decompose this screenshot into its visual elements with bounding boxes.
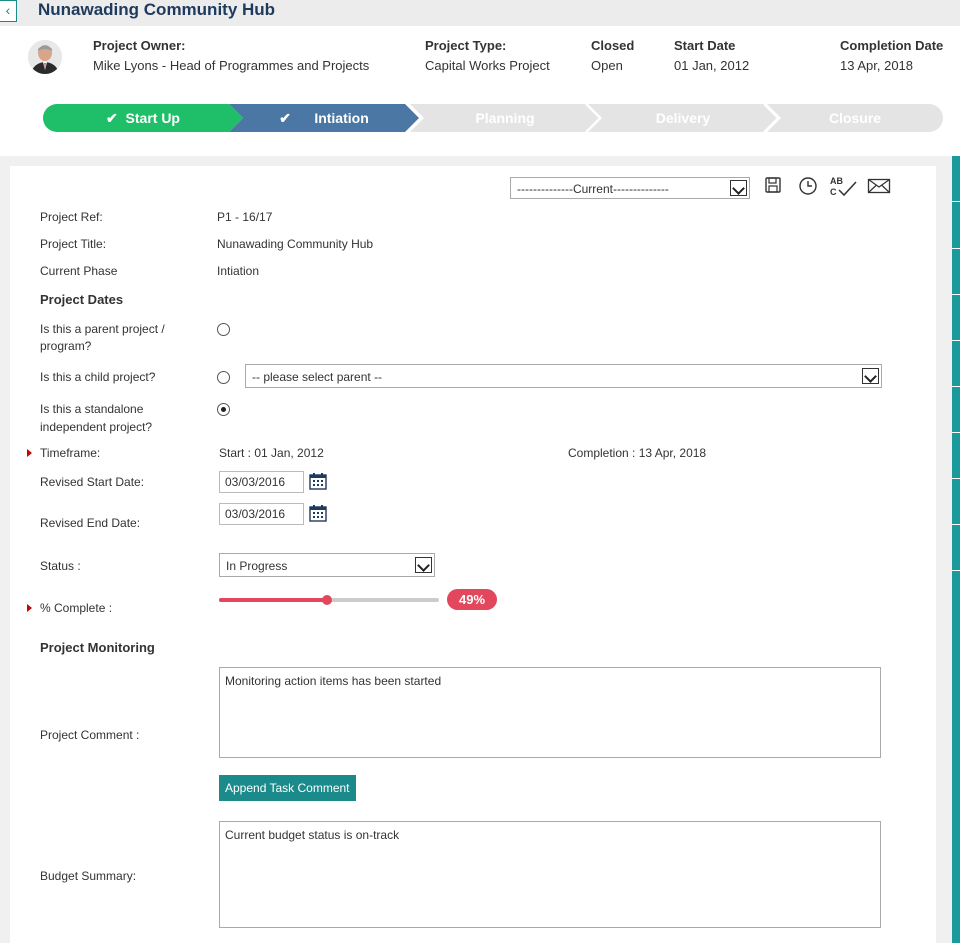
timeframe-completion: Completion : 13 Apr, 2018 <box>568 446 707 460</box>
project-title-label: Project Title: <box>40 237 107 251</box>
project-monitoring-heading: Project Monitoring <box>40 640 155 655</box>
owner-value: Mike Lyons - Head of Programmes and Proj… <box>93 58 370 73</box>
current-phase-value: Intiation <box>217 264 260 278</box>
type-label: Project Type: <box>425 38 507 53</box>
slider-fill <box>219 598 327 602</box>
owner-label: Project Owner: <box>93 38 186 53</box>
page-title: Nunawading Community Hub <box>38 0 276 19</box>
closed-label: Closed <box>591 38 635 53</box>
append-task-comment-button[interactable]: Append Task Comment <box>219 775 356 801</box>
revised-end-input[interactable]: 03/03/2016 <box>219 503 304 525</box>
avatar <box>28 40 62 74</box>
svg-text:C: C <box>830 187 837 197</box>
status-select[interactable]: In Progress <box>219 553 435 577</box>
standalone-project-radio[interactable] <box>217 403 230 416</box>
calendar-icon[interactable] <box>309 472 327 490</box>
project-comment-textarea[interactable]: Monitoring action items has been started <box>219 667 881 758</box>
parent-project-radio[interactable] <box>217 323 230 336</box>
phase-label: Planning <box>475 110 535 126</box>
current-phase-label: Current Phase <box>40 264 118 278</box>
project-info-bar: Project Owner: Mike Lyons - Head of Prog… <box>0 26 960 156</box>
divider <box>0 156 960 166</box>
closed-info: Closed Open <box>591 38 634 73</box>
parent-select[interactable]: -- please select parent -- <box>245 364 882 388</box>
completion-value: 13 Apr, 2018 <box>840 58 914 73</box>
type-value: Capital Works Project <box>425 58 550 73</box>
spellcheck-icon[interactable]: AB C <box>829 176 859 197</box>
revised-start-input[interactable]: 03/03/2016 <box>219 471 304 493</box>
start-info: Start Date 01 Jan, 2012 <box>674 38 749 73</box>
phase-planning[interactable]: Planning <box>410 104 600 132</box>
chevron-down-icon <box>862 368 879 384</box>
phase-label: Delivery <box>655 110 711 126</box>
slider-handle[interactable] <box>321 595 332 605</box>
completion-info: Completion Date 13 Apr, 2018 <box>840 38 943 73</box>
revised-start-label: Revised Start Date: <box>40 475 145 489</box>
timeframe-label: Timeframe: <box>40 446 101 460</box>
phase-delivery[interactable]: Delivery <box>588 104 778 132</box>
svg-text:AB: AB <box>830 176 843 186</box>
phase-closure[interactable]: Closure <box>767 104 943 132</box>
type-info: Project Type: Capital Works Project <box>425 38 550 73</box>
chevron-down-icon <box>730 180 747 196</box>
parent-select-value: -- please select parent -- <box>252 370 383 384</box>
check-icon: ✔ <box>106 110 118 126</box>
completion-label: Completion Date <box>840 38 944 53</box>
budget-summary-textarea[interactable]: Current budget status is on-track <box>219 821 881 928</box>
start-value: 01 Jan, 2012 <box>674 58 750 73</box>
right-side-panel-tab[interactable] <box>952 156 960 943</box>
top-bar: ‹ Nunawading Community Hub <box>0 0 960 26</box>
chevron-down-icon <box>415 557 432 573</box>
project-comment-label: Project Comment : <box>40 728 140 742</box>
standalone-project-label: Is this a standalone independent project… <box>40 402 153 434</box>
email-icon[interactable] <box>867 176 891 196</box>
budget-summary-label: Budget Summary: <box>40 869 137 883</box>
status-select-value: In Progress <box>226 559 288 573</box>
project-ref-value: P1 - 16/17 <box>217 210 273 224</box>
owner-info: Project Owner: Mike Lyons - Head of Prog… <box>93 38 369 73</box>
version-select[interactable]: --------------Current-------------- <box>510 177 750 199</box>
phase-label: Closure <box>828 110 882 126</box>
phase-stepper: ✔ Start Up ✔ Intiation Planning Delivery… <box>43 104 943 132</box>
phase-intiation[interactable]: ✔ Intiation <box>229 104 419 132</box>
project-dates-heading: Project Dates <box>40 292 124 307</box>
required-marker-icon <box>27 604 32 612</box>
start-label: Start Date <box>674 38 736 53</box>
revised-end-label: Revised End Date: <box>40 516 141 530</box>
project-ref-label: Project Ref: <box>40 210 103 224</box>
parent-project-label: Is this a parent project / program? <box>40 322 165 353</box>
phase-label: Intiation <box>314 110 369 126</box>
timeframe-start: Start : 01 Jan, 2012 <box>219 446 324 460</box>
percent-complete-slider[interactable] <box>219 595 439 605</box>
status-label: Status : <box>40 559 81 573</box>
phase-start-up[interactable]: ✔ Start Up <box>43 104 243 132</box>
child-project-label: Is this a child project? <box>40 370 156 384</box>
history-icon[interactable] <box>798 176 818 196</box>
calendar-icon[interactable] <box>309 504 327 522</box>
phase-label: Start Up <box>125 110 180 126</box>
check-icon: ✔ <box>279 110 291 126</box>
percent-complete-badge: 49% <box>447 589 497 610</box>
percent-complete-label: % Complete : <box>40 601 113 615</box>
closed-value: Open <box>591 58 623 73</box>
chevron-left-icon[interactable]: ‹ <box>0 0 17 22</box>
child-project-radio[interactable] <box>217 371 230 384</box>
required-marker-icon <box>27 449 32 457</box>
save-icon[interactable] <box>764 176 784 196</box>
project-title-value: Nunawading Community Hub <box>217 237 374 251</box>
version-select-value: --------------Current-------------- <box>517 182 669 196</box>
